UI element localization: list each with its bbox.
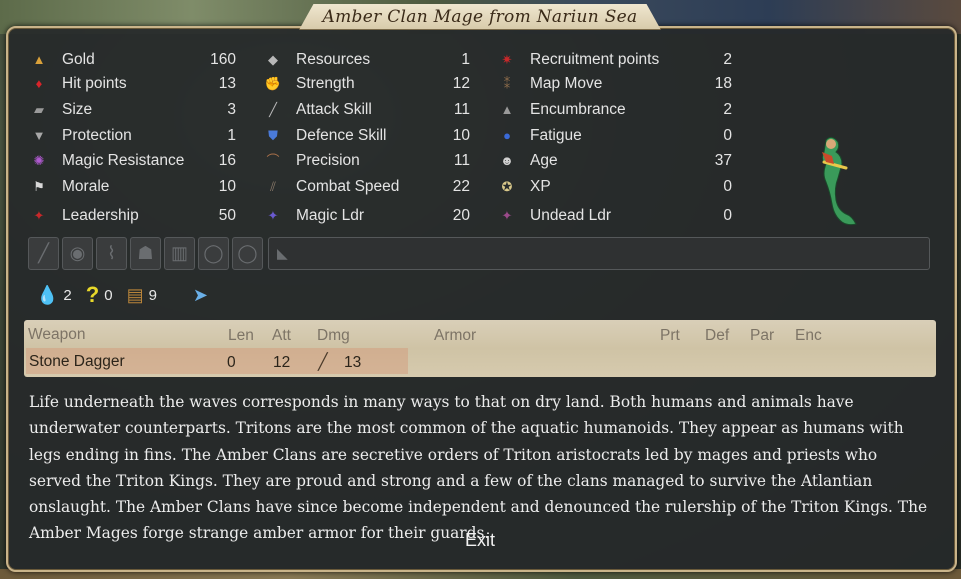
- header-att: Att: [272, 327, 291, 344]
- stat-map-move: ⁑ Map Move 18: [498, 72, 733, 96]
- leadership-icon: ✦: [33, 208, 45, 223]
- stat-undead-leadership: ✦ Undead Ldr 0: [498, 204, 733, 228]
- magic-paths: 💧 2 ? 0 ▤ 9 ➤: [36, 282, 208, 308]
- stat-precision: ⌒ Precision 11: [264, 149, 474, 173]
- stat-strength: ✊ Strength 12: [264, 75, 470, 92]
- helmet-slot[interactable]: ☗: [130, 237, 161, 270]
- stat-defence-skill: ⛊ Defence Skill 10: [264, 124, 474, 148]
- ring-icon: ◯: [237, 243, 258, 263]
- weapon-slot[interactable]: ╱: [28, 237, 59, 270]
- shield-slot[interactable]: ◉: [62, 237, 93, 270]
- star-icon: ✪: [501, 179, 513, 194]
- dagger-icon: ╱: [318, 354, 328, 371]
- header-armor: Armor: [434, 327, 477, 344]
- magic-leader-icon: ✦: [267, 208, 279, 223]
- ring-slot-2[interactable]: ◯: [232, 237, 263, 270]
- research-value: ▤ 9: [126, 284, 157, 305]
- header-weapon: Weapon: [28, 326, 86, 343]
- stat-encumbrance: ▲ Encumbrance 2: [498, 98, 733, 122]
- stat-magic-leadership: ✦ Magic Ldr 20: [264, 204, 474, 228]
- flag-icon: ⚑: [33, 179, 45, 194]
- boots-icon: ⫽: [270, 179, 276, 194]
- chest-icon: ▤: [126, 284, 144, 305]
- footprints-icon: ⁑: [503, 76, 511, 91]
- header-enc: Enc: [795, 327, 822, 344]
- equipment-slots: ╱ ◉ ⌇ ☗ ▥ ◯ ◯ ◣: [28, 237, 930, 272]
- shark-icon: ➤: [192, 284, 209, 305]
- body-armor-icon: ▥: [170, 243, 188, 263]
- drop-icon: ●: [503, 128, 511, 143]
- armor-icon: ▼: [32, 128, 46, 143]
- stat-recruitment-points: ✷ Recruitment points 2: [498, 48, 733, 72]
- header-def: Def: [705, 327, 730, 344]
- unit-title: Amber Clan Mage from Nariun Sea: [322, 6, 638, 27]
- stat-gold: ▲ Gold 160: [30, 48, 240, 72]
- skull-icon: ☻: [500, 153, 514, 168]
- stat-size: ▰ Size 3: [30, 98, 240, 122]
- size-icon: ▰: [34, 102, 44, 117]
- exit-button[interactable]: Exit: [452, 527, 508, 553]
- round-shield-icon: ◉: [69, 243, 86, 263]
- shield-icon: ⛊: [268, 128, 278, 143]
- header-par: Par: [750, 327, 775, 344]
- header-len: Len: [228, 327, 254, 344]
- stat-combat-speed: ⫽ Combat Speed 22: [264, 175, 474, 199]
- weapon-len: 0: [227, 354, 236, 371]
- stat-resources: ◆ Resources 1: [264, 48, 474, 72]
- strength-arm-icon: ✊: [264, 76, 282, 91]
- weapon-table: Weapon Len Att Dmg Armor Prt Def Par Enc…: [24, 320, 936, 377]
- header-dmg: Dmg: [317, 327, 350, 344]
- water-gem-icon: 💧: [36, 284, 59, 305]
- armor-slot[interactable]: ▥: [164, 237, 195, 270]
- magic-resistance-icon: ✺: [33, 153, 45, 168]
- stat-attack-skill: ╱ Attack Skill 11: [264, 98, 474, 122]
- stat-magic-resistance: ✺ Magic Resistance 16: [30, 149, 240, 173]
- helmet-icon: ☗: [137, 243, 154, 263]
- random-path: ? 0: [85, 282, 113, 307]
- header-prt: Prt: [660, 327, 680, 344]
- ring-slot-1[interactable]: ◯: [198, 237, 229, 270]
- misc-items-slot[interactable]: ◣: [268, 237, 930, 270]
- boot-icon: ◣: [277, 245, 288, 261]
- weapon-dmg: 13: [344, 354, 362, 371]
- stats-grid: ▲ Gold 160 ♦ Hit points 13 ▰ Size 3 ▼ Pr…: [30, 48, 750, 234]
- curved-blade-icon: ⌇: [107, 243, 116, 263]
- weapon-name[interactable]: Stone Dagger: [29, 353, 125, 371]
- undead-leader-icon: ✦: [501, 208, 513, 223]
- triton-mage-portrait: [821, 136, 857, 226]
- water-path: 💧 2: [36, 284, 72, 305]
- secondary-weapon-slot[interactable]: ⌇: [96, 237, 127, 270]
- heart-icon: ♦: [35, 76, 43, 91]
- stat-leadership: ✦ Leadership 50: [30, 204, 240, 228]
- recruitment-icon: ✷: [501, 52, 513, 67]
- stat-age: ☻ Age 37: [498, 149, 733, 173]
- sword-icon: ╱: [269, 102, 277, 117]
- question-icon: ?: [85, 282, 100, 307]
- stat-fatigue: ● Fatigue 0: [498, 124, 733, 148]
- stat-xp: ✪ XP 0: [498, 175, 733, 199]
- resources-icon: ◆: [268, 52, 278, 67]
- stat-protection: ▼ Protection 1: [30, 124, 240, 148]
- weapon-att: 12: [273, 354, 291, 371]
- unit-description: Life underneath the waves corresponds in…: [29, 393, 928, 543]
- sword-icon: ╱: [38, 243, 49, 263]
- bow-icon: ⌒: [266, 153, 280, 168]
- ring-icon: ◯: [203, 243, 224, 263]
- stat-morale: ⚑ Morale 10: [30, 175, 240, 199]
- gold-icon: ▲: [32, 52, 46, 67]
- stat-hit-points: ♦ Hit points 13: [30, 72, 240, 96]
- title-banner: Amber Clan Mage from Nariun Sea: [299, 4, 661, 30]
- weight-icon: ▲: [500, 102, 514, 117]
